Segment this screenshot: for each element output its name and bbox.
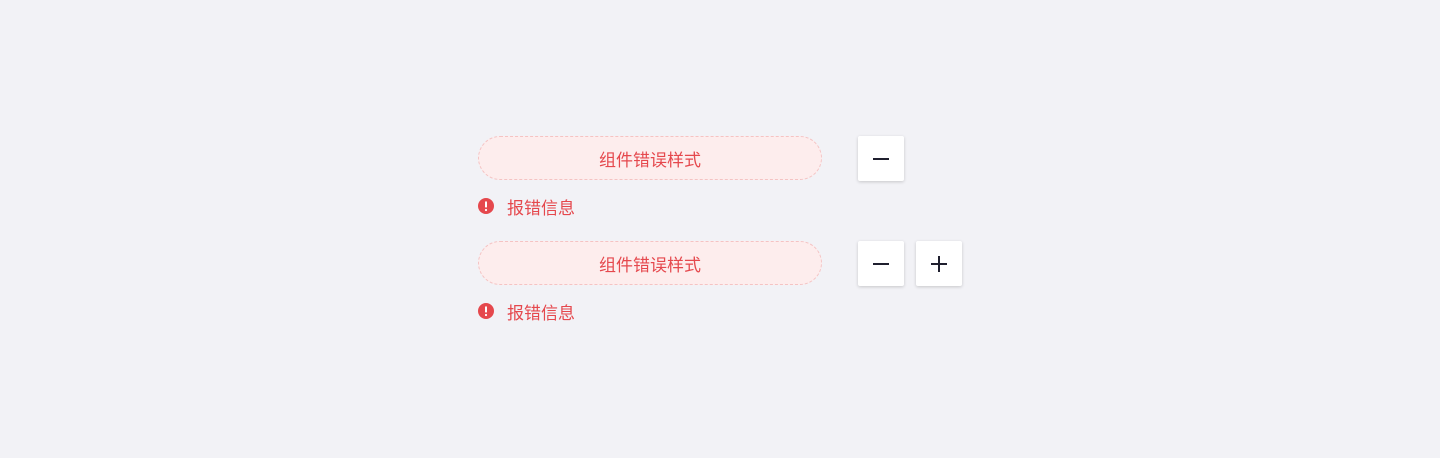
error-text: 报错信息	[507, 198, 575, 219]
exclamation-circle-icon	[478, 303, 494, 319]
minus-icon	[873, 157, 889, 160]
error-message: 报错信息	[478, 194, 575, 219]
remove-button[interactable]	[858, 241, 904, 286]
error-styled-input[interactable]: 组件错误样式	[478, 241, 822, 285]
plus-icon	[931, 255, 947, 272]
minus-icon	[873, 262, 889, 265]
error-message: 报错信息	[478, 299, 575, 324]
field-text: 组件错误样式	[599, 150, 701, 171]
add-button[interactable]	[916, 241, 962, 286]
field-text: 组件错误样式	[599, 255, 701, 276]
remove-button[interactable]	[858, 136, 904, 181]
error-styled-input[interactable]: 组件错误样式	[478, 136, 822, 180]
exclamation-circle-icon	[478, 198, 494, 214]
error-text: 报错信息	[507, 303, 575, 324]
